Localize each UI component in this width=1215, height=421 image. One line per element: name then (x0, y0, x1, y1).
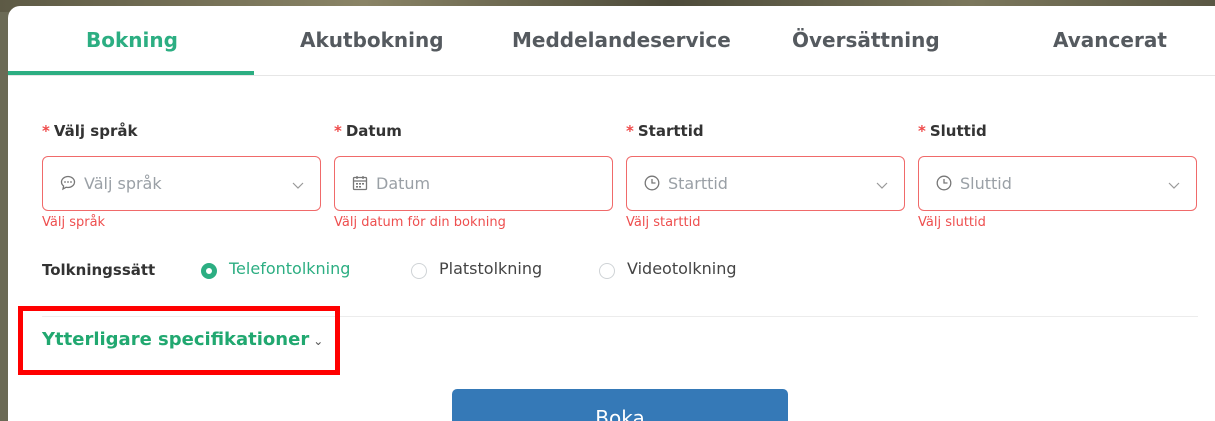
language-label: * Välj språk (42, 122, 137, 140)
tab-akutbokning[interactable]: Akutbokning (300, 28, 444, 68)
tab-oversattning[interactable]: Översättning (792, 28, 940, 68)
radio-videotolkning-label: Videotolkning (627, 259, 737, 278)
date-placeholder: Datum (376, 174, 431, 193)
chevron-down-icon (876, 179, 888, 191)
required-mark: * (918, 122, 926, 140)
book-button[interactable]: Boka (452, 389, 788, 421)
chevron-down-icon (292, 179, 304, 191)
end-time-label-text: Sluttid (929, 122, 987, 140)
required-mark: * (626, 122, 634, 140)
calendar-icon (351, 174, 369, 192)
end-time-select[interactable]: Sluttid (918, 156, 1197, 211)
date-error: Välj datum för din bokning (334, 215, 506, 230)
clock-icon (643, 174, 661, 192)
required-mark: * (42, 122, 50, 140)
interpretation-label: Tolkningssätt (42, 261, 156, 279)
radio-telefontolkning[interactable]: Telefontolkning (201, 258, 381, 282)
tab-bar: Bokning Akutbokning Meddelandeservice Öv… (8, 6, 1215, 76)
chat-bubble-icon (59, 174, 77, 192)
date-picker[interactable]: Datum (334, 156, 613, 211)
start-time-error: Välj starttid (626, 215, 701, 230)
radio-videotolkning[interactable]: Videotolkning (599, 258, 769, 282)
language-label-text: Välj språk (53, 122, 138, 140)
language-placeholder: Välj språk (84, 174, 162, 193)
radio-telefontolkning-label: Telefontolkning (229, 259, 351, 278)
start-time-select[interactable]: Starttid (626, 156, 905, 211)
chevron-down-icon (1168, 179, 1180, 191)
language-select[interactable]: Välj språk (42, 156, 321, 211)
highlight-annotation (18, 306, 340, 375)
clock-icon (935, 174, 953, 192)
start-time-label-text: Starttid (637, 122, 704, 140)
tab-bokning[interactable]: Bokning (86, 28, 178, 68)
end-time-placeholder: Sluttid (960, 174, 1012, 193)
end-time-error: Välj sluttid (918, 215, 986, 230)
tab-avancerat[interactable]: Avancerat (1053, 28, 1167, 68)
required-mark: * (334, 122, 342, 140)
tab-meddelandeservice[interactable]: Meddelandeservice (512, 28, 731, 68)
radio-platstolkning[interactable]: Platstolkning (411, 258, 571, 282)
date-label-text: Datum (345, 122, 402, 140)
date-label: * Datum (334, 122, 402, 140)
radio-unselected-icon (411, 263, 427, 279)
start-time-label: * Starttid (626, 122, 704, 140)
language-error: Välj språk (42, 215, 106, 230)
radio-platstolkning-label: Platstolkning (439, 259, 543, 278)
radio-selected-icon (201, 263, 217, 279)
end-time-label: * Sluttid (918, 122, 987, 140)
start-time-placeholder: Starttid (668, 174, 728, 193)
active-tab-indicator (8, 71, 254, 75)
radio-unselected-icon (599, 263, 615, 279)
